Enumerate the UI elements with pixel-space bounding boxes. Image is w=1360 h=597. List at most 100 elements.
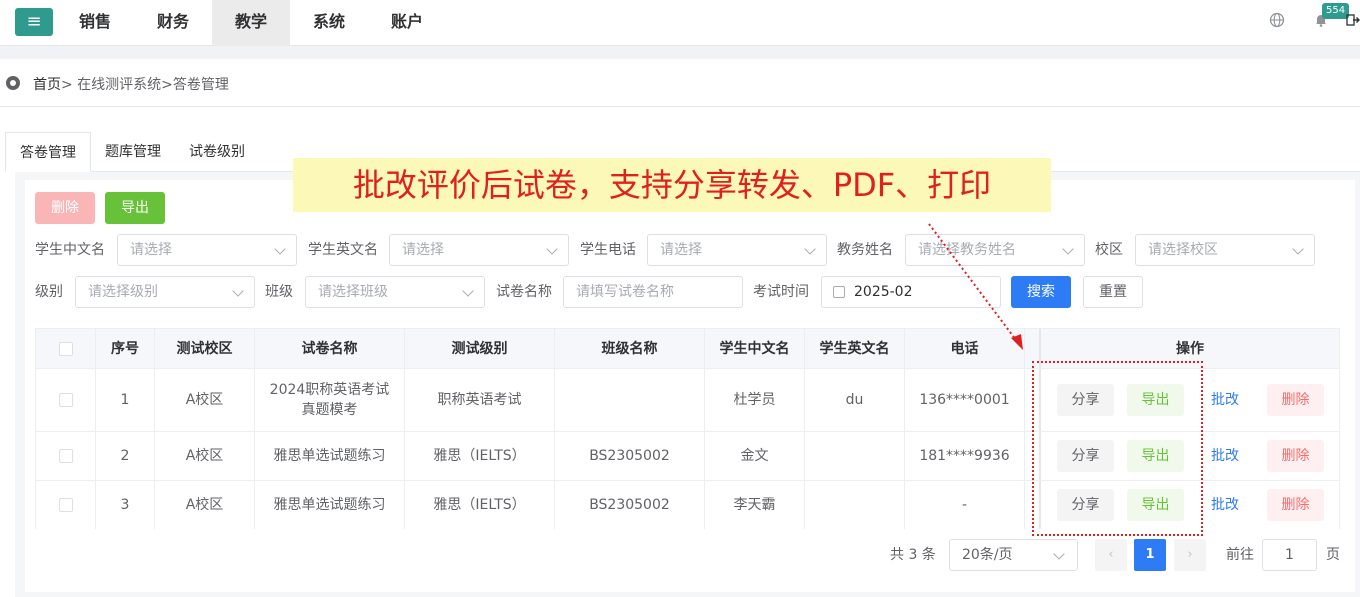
nav-sales[interactable]: 销售 (56, 0, 134, 46)
cell-name-cn: 杜学员 (705, 369, 805, 431)
breadcrumb-bar: 首页> 在线测评系统>答卷管理 (0, 59, 1360, 107)
grade-button[interactable]: 批改 (1204, 440, 1246, 472)
main-nav: 销售 财务 教学 系统 账户 (56, 0, 446, 46)
filter-label-phone: 学生电话 (580, 242, 636, 258)
header-select-cell (36, 329, 96, 368)
calendar-icon (833, 286, 845, 298)
chevron-down-icon (804, 243, 816, 255)
page-number-current[interactable]: 1 (1134, 539, 1166, 571)
logout-icon[interactable] (1345, 12, 1360, 28)
filter-label-campus: 校区 (1095, 242, 1123, 258)
chevron-down-icon (1292, 243, 1304, 255)
row-checkbox[interactable] (58, 449, 73, 463)
row-select-cell (36, 481, 96, 529)
student-cn-select[interactable]: 请选择 (117, 234, 297, 266)
cell-class (555, 369, 705, 431)
breadcrumb: 首页> 在线测评系统>答卷管理 (33, 74, 229, 94)
chevron-down-icon (546, 243, 558, 255)
filter-label-exam-time: 考试时间 (753, 284, 809, 300)
breadcrumb-home[interactable]: 首页 (33, 77, 61, 93)
filter-label-staff: 教务姓名 (837, 242, 893, 258)
filter-label-student-en: 学生英文名 (308, 242, 378, 258)
chevron-down-icon (274, 243, 286, 255)
nav-teaching[interactable]: 教学 (212, 0, 290, 46)
reset-button[interactable]: 重置 (1083, 276, 1143, 308)
cell-no: 2 (96, 432, 155, 480)
page-suffix: 页 (1326, 547, 1340, 563)
cell-campus: A校区 (155, 369, 255, 431)
cell-paper: 雅思单选试题练习 (255, 432, 405, 480)
annotation-highlight-box (1032, 361, 1203, 536)
goto-label: 前往 (1226, 547, 1254, 563)
campus-select[interactable]: 请选择校区 (1135, 234, 1315, 266)
annotation-banner: 批改评价后试卷，支持分享转发、PDF、打印 (293, 158, 1051, 212)
delete-button[interactable]: 删除 (1267, 384, 1324, 416)
delete-button[interactable]: 删除 (1267, 489, 1324, 521)
next-page-button[interactable]: › (1174, 539, 1206, 571)
chevron-down-icon (462, 285, 474, 297)
level-select[interactable]: 请选择级别 (75, 276, 255, 308)
select-placeholder: 请选择校区 (1148, 242, 1218, 258)
header-cell: 学生中文名 (705, 329, 805, 368)
cell-no: 3 (96, 481, 155, 529)
row-checkbox[interactable] (58, 498, 73, 512)
page-size-select[interactable]: 20条/页 (949, 539, 1078, 571)
header-cell: 班级名称 (555, 329, 705, 368)
chevron-down-icon (1062, 243, 1074, 255)
cell-name-en (805, 481, 905, 529)
filter-label-student-cn: 学生中文名 (35, 242, 105, 258)
cell-name-en (805, 432, 905, 480)
select-placeholder: 请选择 (402, 242, 444, 258)
filter-label-paper: 试卷名称 (496, 284, 552, 300)
cell-no: 1 (96, 369, 155, 431)
cell-name-en: du (805, 369, 905, 431)
prev-page-button[interactable]: ‹ (1095, 539, 1127, 571)
bulk-delete-button[interactable]: 删除 (35, 192, 95, 224)
breadcrumb-path: > 在线测评系统>答卷管理 (61, 77, 229, 93)
input-placeholder: 请填写试卷名称 (576, 284, 674, 300)
select-all-checkbox[interactable] (58, 341, 73, 356)
row-select-cell (36, 432, 96, 480)
cell-phone: - (905, 481, 1025, 529)
tab-paper-levels[interactable]: 试卷级别 (175, 132, 259, 172)
grade-button[interactable]: 批改 (1204, 384, 1246, 416)
exam-time-value: 2025-02 (854, 284, 913, 300)
top-navbar: ≡ 销售 财务 教学 系统 账户 554 (0, 0, 1360, 46)
tab-question-bank[interactable]: 题库管理 (91, 132, 175, 172)
header-cell: 序号 (96, 329, 155, 368)
goto-page-input[interactable]: 1 (1262, 539, 1317, 571)
cell-level: 雅思（IELTS） (405, 432, 555, 480)
cell-name-cn: 李天霸 (705, 481, 805, 529)
select-placeholder: 请选择 (130, 242, 172, 258)
grade-button[interactable]: 批改 (1204, 489, 1246, 521)
page-size-value: 20条/页 (962, 547, 1013, 563)
class-select[interactable]: 请选择班级 (305, 276, 485, 308)
paper-name-input[interactable]: 请填写试卷名称 (563, 276, 743, 308)
select-placeholder: 请选择级别 (88, 284, 158, 300)
cell-level: 雅思（IELTS） (405, 481, 555, 529)
student-en-select[interactable]: 请选择 (389, 234, 569, 266)
nav-finance[interactable]: 财务 (134, 0, 212, 46)
bulk-export-button[interactable]: 导出 (105, 192, 165, 224)
hamburger-icon[interactable]: ≡ (15, 8, 53, 36)
cell-paper: 2024职称英语考试真题模考 (255, 369, 405, 431)
header-cell: 学生英文名 (805, 329, 905, 368)
nav-account[interactable]: 账户 (368, 0, 446, 46)
delete-button[interactable]: 删除 (1267, 440, 1324, 472)
student-phone-select[interactable]: 请选择 (647, 234, 827, 266)
header-cell: 试卷名称 (255, 329, 405, 368)
nav-system[interactable]: 系统 (290, 0, 368, 46)
tab-bar: 答卷管理 题库管理 试卷级别 (5, 132, 259, 172)
filter-label-class: 班级 (265, 284, 293, 300)
chevron-down-icon (232, 285, 244, 297)
row-checkbox[interactable] (58, 393, 73, 407)
chevron-down-icon (1053, 548, 1065, 560)
cell-class: BS2305002 (555, 481, 705, 529)
globe-icon[interactable] (1269, 12, 1285, 28)
select-placeholder: 请选择 (660, 242, 702, 258)
tab-answer-sheets[interactable]: 答卷管理 (5, 132, 91, 172)
cell-level: 职称英语考试 (405, 369, 555, 431)
header-cell: 测试级别 (405, 329, 555, 368)
header-cell: 测试校区 (155, 329, 255, 368)
cell-campus: A校区 (155, 432, 255, 480)
